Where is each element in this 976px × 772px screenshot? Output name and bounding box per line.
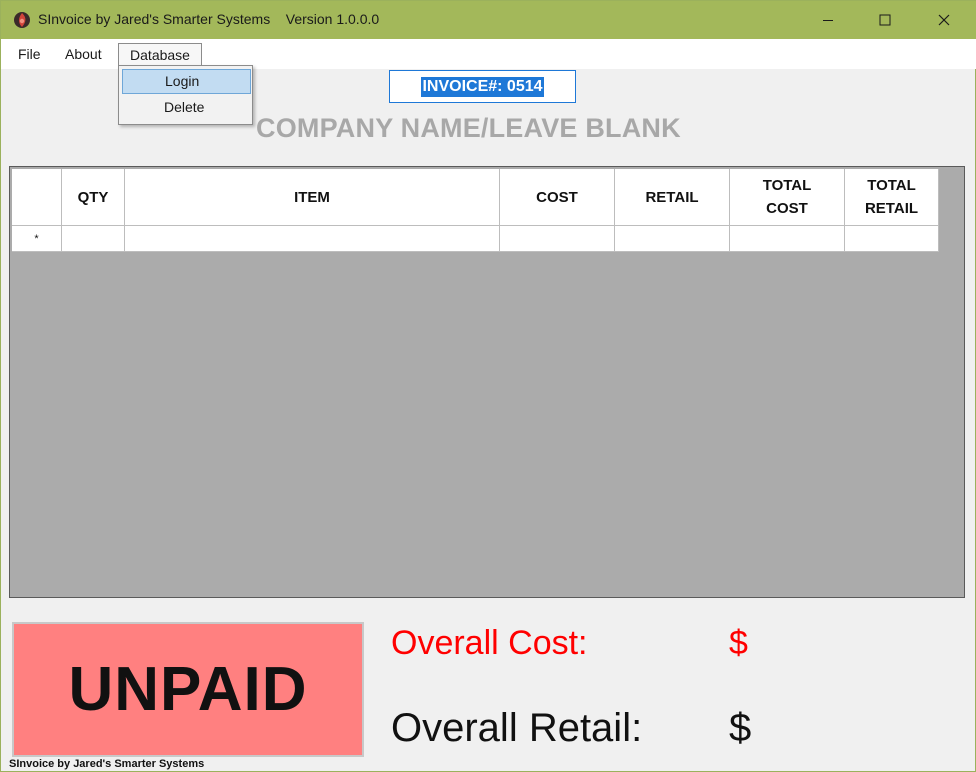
- overall-retail-label: Overall Retail:: [391, 706, 643, 750]
- new-row-marker[interactable]: *: [12, 226, 62, 252]
- overall-cost-label: Overall Cost:: [391, 624, 588, 662]
- row-header-corner[interactable]: [12, 169, 62, 226]
- menu-item-login[interactable]: Login: [122, 69, 251, 94]
- window-title: SInvoice by Jared's Smarter Systems Vers…: [38, 11, 380, 27]
- company-name-field[interactable]: COMPANY NAME/LEAVE BLANK: [256, 113, 681, 144]
- column-header-total-cost[interactable]: TOTAL COST: [730, 169, 845, 226]
- column-header-item[interactable]: ITEM: [125, 169, 500, 226]
- close-icon: [938, 14, 950, 26]
- footer-branding: SInvoice by Jared's Smarter Systems: [9, 758, 205, 770]
- maximize-button[interactable]: [862, 1, 908, 39]
- close-button[interactable]: [921, 1, 967, 39]
- cell-item[interactable]: [125, 226, 500, 252]
- column-header-qty[interactable]: QTY: [62, 169, 125, 226]
- payment-status-label: UNPAID: [68, 655, 308, 724]
- column-header-total-retail[interactable]: TOTAL RETAIL: [845, 169, 939, 226]
- maximize-icon: [879, 14, 891, 26]
- menu-file[interactable]: File: [18, 43, 41, 67]
- minimize-button[interactable]: [805, 1, 851, 39]
- overall-cost-value: $: [729, 624, 748, 662]
- table-row-new: *: [12, 226, 939, 252]
- title-bar[interactable]: SInvoice by Jared's Smarter Systems Vers…: [1, 1, 976, 39]
- cell-total-retail[interactable]: [845, 226, 939, 252]
- cell-retail[interactable]: [615, 226, 730, 252]
- menu-database[interactable]: Database: [118, 43, 202, 67]
- cell-cost[interactable]: [500, 226, 615, 252]
- payment-status-button[interactable]: UNPAID: [12, 622, 364, 757]
- app-logo-icon: [13, 11, 31, 29]
- menu-about[interactable]: About: [65, 43, 102, 67]
- invoice-items-grid[interactable]: QTY ITEM COST RETAIL TOTAL COST TOTAL RE…: [9, 166, 965, 598]
- overall-retail-value: $: [729, 706, 752, 750]
- menu-item-delete[interactable]: Delete: [122, 96, 251, 121]
- cell-qty[interactable]: [62, 226, 125, 252]
- app-window: SInvoice by Jared's Smarter Systems Vers…: [0, 0, 976, 772]
- invoice-number-field[interactable]: INVOICE#: 0514: [389, 70, 576, 103]
- minimize-icon: [823, 20, 833, 21]
- database-dropdown-menu: Login Delete: [118, 65, 253, 125]
- column-header-cost[interactable]: COST: [500, 169, 615, 226]
- column-header-retail[interactable]: RETAIL: [615, 169, 730, 226]
- invoice-number-text: INVOICE#: 0514: [421, 76, 544, 97]
- cell-total-cost[interactable]: [730, 226, 845, 252]
- grid-header-row: QTY ITEM COST RETAIL TOTAL COST TOTAL RE…: [12, 169, 939, 226]
